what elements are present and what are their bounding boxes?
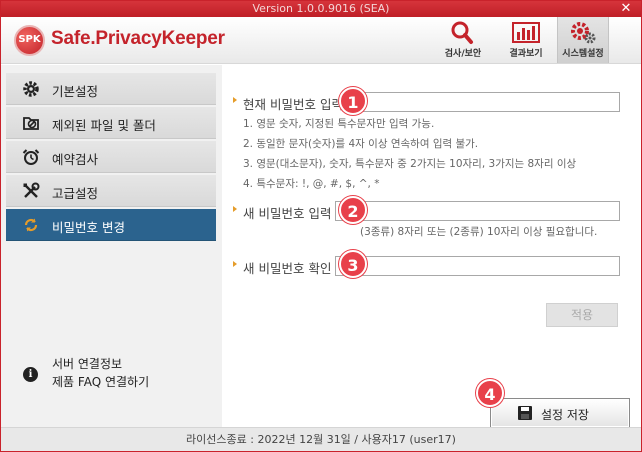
confirm-password-label: 새 비밀번호 확인 [243,261,332,276]
close-button[interactable]: ✕ [619,1,633,17]
bullet-arrow-icon [233,206,237,212]
bullet-arrow-icon [233,261,237,267]
bullet-arrow-icon [233,97,237,103]
magnifier-icon [437,19,489,45]
nav-results-label: 결과보기 [509,49,543,59]
step-badge-3: 3 [339,250,367,278]
gears-icon [558,19,608,45]
sidebar-item-label: 예약검사 [52,152,99,167]
tools-icon [22,182,40,200]
brand-name: Safe.PrivacyKeeper [51,28,225,49]
alarm-clock-icon [22,148,40,166]
rule-text: 3. 영문(대소문자), 숫자, 특수문자 중 2가지는 10자리, 3가지는 … [243,158,577,170]
nav-search-label: 검사/보안 [444,49,482,59]
status-bar: 라이선스종료 : 2022년 12월 31일 / 사용자17 (user17) [1,427,641,451]
nav-system-settings[interactable]: 시스템설정 [557,17,609,63]
rule-text: 1. 영문 숫자, 지정된 특수문자만 입력 가능. [243,118,435,130]
new-password-label: 새 비밀번호 입력 [243,206,332,221]
password-change-panel: 현재 비밀번호 입력 1. 영문 숫자, 지정된 특수문자만 입력 가능. 2.… [222,65,641,428]
password-length-hint: (3종류) 8자리 또는 (2종류) 10자리 이상 필요합니다. [360,226,598,238]
save-settings-button[interactable]: 설정 저장 [490,398,630,428]
step-badge-4: 4 [476,379,504,407]
current-password-label: 현재 비밀번호 입력 [243,97,343,112]
version-label: Version 1.0.0.9016 (SEA) [252,2,390,15]
sidebar-item-advanced-settings[interactable]: 고급설정 [6,175,216,207]
app-window: Version 1.0.0.9016 (SEA) ✕ SPK Safe.Priv… [0,0,642,452]
confirm-password-row: 새 비밀번호 확인 [222,254,641,278]
nav-system-label: 시스템설정 [562,49,604,59]
apply-button[interactable]: 적용 [546,303,618,327]
sidebar-item-label: 고급설정 [52,186,99,201]
gear-icon [22,80,40,98]
save-settings-label: 설정 저장 [541,408,589,422]
step-badge-1: 1 [339,87,367,115]
confirm-password-input[interactable] [335,256,620,276]
new-password-input[interactable] [335,201,620,221]
rule-text: 2. 동일한 문자(숫자)를 4자 이상 연속하여 입력 불가. [243,138,479,150]
sidebar-item-basic-settings[interactable]: 기본설정 [6,73,216,105]
product-faq-link[interactable]: 제품 FAQ 연결하기 [52,373,149,390]
refresh-icon [22,216,40,234]
sidebar: 기본설정 제외된 파일 및 폴더 예약검사 고급설정 비밀번호 변경 i 서버 … [1,65,222,427]
sidebar-item-label: 기본설정 [52,84,99,99]
current-password-row: 현재 비밀번호 입력 [222,90,641,114]
bar-chart-icon [500,19,552,45]
sidebar-item-scheduled-scan[interactable]: 예약검사 [6,141,216,173]
password-rules: 1. 영문 숫자, 지정된 특수문자만 입력 가능. 2. 동일한 문자(숫자)… [243,118,576,198]
sidebar-item-label: 제외된 파일 및 폴더 [52,118,156,133]
current-password-input[interactable] [352,92,620,112]
info-icon: i [23,367,38,382]
exclude-folder-icon [22,114,40,132]
sidebar-item-change-password[interactable]: 비밀번호 변경 [6,209,216,241]
nav-search-security[interactable]: 검사/보안 [437,17,489,63]
floppy-disk-icon [518,406,532,420]
nav-results[interactable]: 결과보기 [500,17,552,63]
server-connection-info-link[interactable]: 서버 연결정보 [52,355,122,372]
sidebar-item-excluded-files[interactable]: 제외된 파일 및 폴더 [6,107,216,139]
step-badge-2: 2 [339,196,367,224]
title-bar: Version 1.0.0.9016 (SEA) ✕ [1,1,641,17]
rule-text: 4. 특수문자: !, @, #, $, ^, * [243,178,380,190]
spk-logo: SPK [14,25,45,56]
new-password-row: 새 비밀번호 입력 [222,199,641,223]
app-header: SPK Safe.PrivacyKeeper 검사/보안 결과보기 시스템설정 [1,17,641,64]
sidebar-item-label: 비밀번호 변경 [52,220,125,235]
logo-text: SPK [18,34,41,45]
